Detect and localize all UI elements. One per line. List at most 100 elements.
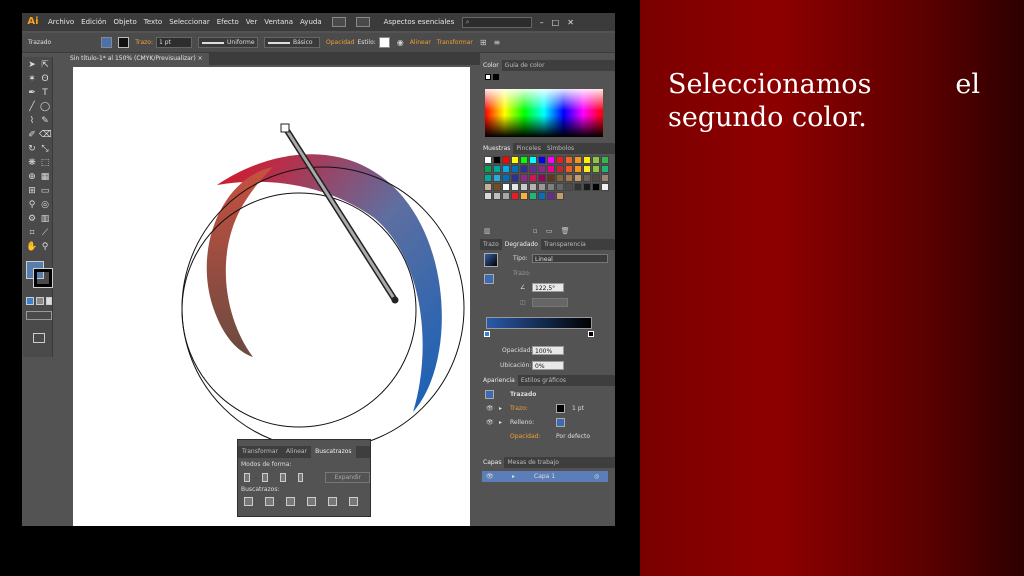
scale-tool-icon[interactable]: ⤡ <box>39 143 51 155</box>
graphic-style-swatch[interactable] <box>378 37 390 48</box>
swatch[interactable] <box>538 183 546 191</box>
appearance-stroke-label[interactable]: Trazo: <box>510 405 528 412</box>
isolate-icon[interactable]: ⊞ <box>480 38 487 47</box>
swatch[interactable] <box>601 183 609 191</box>
brush-select[interactable]: Básico <box>264 37 321 48</box>
swatch[interactable] <box>592 183 600 191</box>
swatch[interactable] <box>493 174 501 182</box>
blend-tool-icon[interactable]: ◎ <box>39 199 51 211</box>
divide-button[interactable] <box>244 497 253 506</box>
stop-location-field[interactable]: 0% <box>532 361 564 370</box>
color-mode-swatches[interactable] <box>485 74 503 81</box>
swatch[interactable] <box>520 192 528 200</box>
swatch[interactable] <box>565 165 573 173</box>
swatch[interactable] <box>529 174 537 182</box>
layer-name[interactable]: Capa 1 <box>534 473 555 480</box>
swatch[interactable] <box>529 192 537 200</box>
trim-button[interactable] <box>265 497 274 506</box>
swatch[interactable] <box>565 174 573 182</box>
minus-back-button[interactable] <box>349 497 358 506</box>
gradient-stop-start[interactable] <box>484 331 490 337</box>
swatch[interactable] <box>520 183 528 191</box>
stroke-profile-select[interactable]: Uniforme <box>198 37 259 48</box>
swatch[interactable] <box>592 165 600 173</box>
swatch[interactable] <box>547 156 555 164</box>
pen-tool-icon[interactable]: ✒ <box>26 87 38 99</box>
tab-alinear[interactable]: Alinear <box>282 446 311 458</box>
graph-tool-icon[interactable]: ▥ <box>39 213 51 225</box>
eye-icon[interactable]: 👁 <box>486 419 494 426</box>
swatch[interactable] <box>529 183 537 191</box>
swatch[interactable] <box>538 174 546 182</box>
arrange-documents-button[interactable] <box>355 17 370 27</box>
expand-button[interactable]: Expandir <box>325 472 371 483</box>
brush-tool-icon[interactable]: ⌇ <box>26 115 38 127</box>
swatch[interactable] <box>574 174 582 182</box>
swatch[interactable] <box>520 165 528 173</box>
shape-builder-icon[interactable]: ⊕ <box>26 171 38 183</box>
swatch[interactable] <box>511 165 519 173</box>
swatch[interactable] <box>538 165 546 173</box>
new-swatch-icon[interactable]: ▫ <box>533 227 538 235</box>
gradient-stop-end[interactable] <box>588 331 594 337</box>
line-tool-icon[interactable]: ╱ <box>26 101 38 113</box>
swatch[interactable] <box>583 183 591 191</box>
swatch[interactable] <box>502 174 510 182</box>
draw-modes-icon[interactable] <box>26 311 52 320</box>
menu-ver[interactable]: Ver <box>246 18 257 26</box>
transform-label[interactable]: Transformar <box>437 39 473 46</box>
swatch[interactable] <box>502 165 510 173</box>
hand-tool-icon[interactable]: ✋ <box>26 241 38 253</box>
swatch[interactable] <box>538 156 546 164</box>
exclude-button[interactable] <box>297 473 304 482</box>
expand-triangle-icon[interactable]: ▸ <box>499 419 502 426</box>
warp-tool-icon[interactable]: ❋ <box>26 157 38 169</box>
swatch[interactable] <box>511 192 519 200</box>
swatch[interactable] <box>574 165 582 173</box>
menu-archivo[interactable]: Archivo <box>48 18 74 26</box>
swatch[interactable] <box>502 192 510 200</box>
swatch[interactable] <box>493 165 501 173</box>
swatch[interactable] <box>556 192 564 200</box>
swatch[interactable] <box>601 156 609 164</box>
tab-simbolos[interactable]: Símbolos <box>544 143 577 154</box>
eyedropper-icon[interactable]: ⚲ <box>26 199 38 211</box>
tab-mesas-de-trabajo[interactable]: Mesas de trabajo <box>504 457 561 468</box>
swatch[interactable] <box>493 156 501 164</box>
free-transform-icon[interactable]: ⬚ <box>39 157 51 169</box>
swatch[interactable] <box>484 174 492 182</box>
swatch[interactable] <box>574 156 582 164</box>
ellipse-tool-icon[interactable]: ◯ <box>39 101 51 113</box>
swatch[interactable] <box>502 156 510 164</box>
tab-degradado[interactable]: Degradado <box>501 239 541 250</box>
gradient-slider[interactable] <box>486 317 592 329</box>
appearance-stroke-swatch[interactable] <box>556 404 565 413</box>
layer-expand-icon[interactable]: ▸ <box>512 473 515 480</box>
workspace-switcher[interactable]: Aspectos esenciales <box>384 18 458 26</box>
unite-button[interactable] <box>244 473 250 482</box>
crescent-shape-left[interactable] <box>206 167 273 357</box>
swatch[interactable] <box>493 183 501 191</box>
stroke-swatch[interactable] <box>118 37 130 48</box>
swatch[interactable] <box>547 183 555 191</box>
perspective-grid-icon[interactable]: ▦ <box>39 171 51 183</box>
swatch[interactable] <box>511 174 519 182</box>
gradient-angle-field[interactable]: 122,5° <box>532 283 564 292</box>
swatch[interactable] <box>565 183 573 191</box>
bridge-button[interactable] <box>331 17 346 27</box>
slice-tool-icon[interactable]: ⟋ <box>39 227 51 239</box>
expand-triangle-icon[interactable]: ▸ <box>499 405 502 412</box>
swatch[interactable] <box>547 192 555 200</box>
menu-objeto[interactable]: Objeto <box>114 18 137 26</box>
swatch[interactable] <box>547 165 555 173</box>
swatch[interactable] <box>484 165 492 173</box>
swatch[interactable] <box>583 156 591 164</box>
eye-icon[interactable]: 👁 <box>486 405 494 412</box>
layer-row[interactable]: 👁 ▸ Capa 1 ◎ <box>482 471 608 482</box>
swatch[interactable] <box>547 174 555 182</box>
blob-brush-icon[interactable]: ✐ <box>26 129 38 141</box>
stroke-label[interactable]: Trazo: <box>135 39 153 46</box>
tab-apariencia[interactable]: Apariencia <box>480 375 518 386</box>
swatch-library-icon[interactable]: ▥ <box>484 227 491 235</box>
direct-selection-tool-icon[interactable]: ⇱ <box>39 59 51 71</box>
